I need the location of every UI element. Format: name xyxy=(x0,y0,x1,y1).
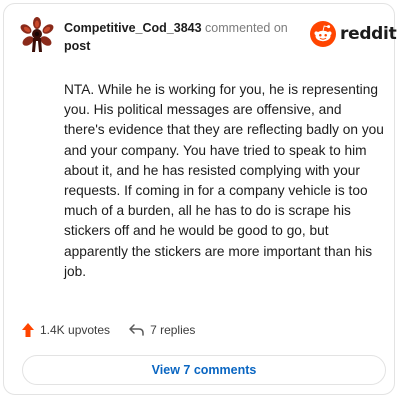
reddit-wordmark: reddit xyxy=(340,24,397,44)
replies-button[interactable]: 7 replies xyxy=(128,323,195,337)
reddit-logo-icon xyxy=(310,21,336,47)
reddit-logo: reddit xyxy=(310,20,397,48)
comment-card: Competitive_Cod_3843 commented on post r… xyxy=(3,3,397,395)
username[interactable]: Competitive_Cod_3843 xyxy=(64,21,202,35)
upvote-arrow-icon xyxy=(21,322,35,338)
avatar-icon[interactable] xyxy=(18,16,56,54)
comment-header: Competitive_Cod_3843 commented on post xyxy=(64,19,314,55)
comment-body: NTA. While he is working for you, he is … xyxy=(64,82,384,279)
reply-count: 7 replies xyxy=(150,323,196,337)
post-link[interactable]: post xyxy=(64,39,90,53)
action-text: commented on xyxy=(205,21,288,35)
upvote-count: 1.4K upvotes xyxy=(40,323,111,337)
comment-stats: 1.4K upvotes 7 replies xyxy=(21,320,195,340)
view-comments-button[interactable]: View 7 comments xyxy=(22,355,386,385)
upvote-button[interactable]: 1.4K upvotes xyxy=(21,322,110,338)
reply-arrow-icon xyxy=(128,323,145,337)
